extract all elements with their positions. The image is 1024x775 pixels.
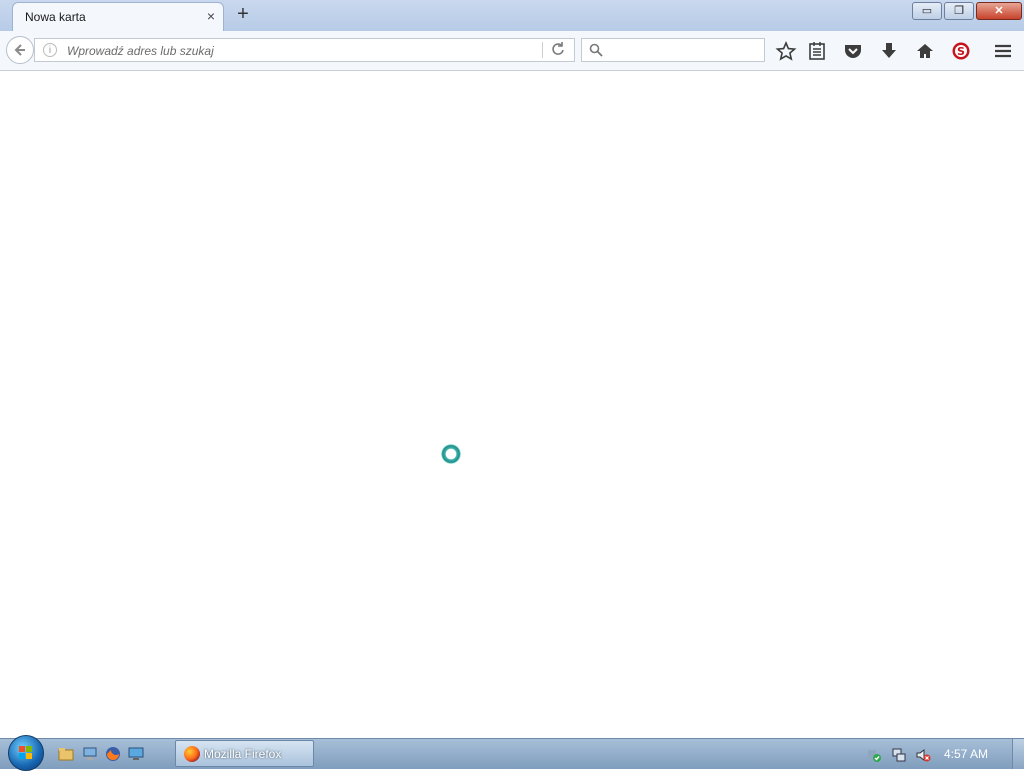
firefox-icon[interactable]	[105, 746, 121, 762]
svg-text:S: S	[957, 45, 965, 58]
security-shield-icon[interactable]	[866, 747, 882, 763]
navigation-toolbar: i S	[0, 31, 1024, 71]
info-icon[interactable]: i	[43, 43, 57, 57]
addon-s-icon[interactable]: S	[950, 40, 972, 62]
back-arrow-icon	[14, 44, 25, 56]
url-bar[interactable]: i	[34, 38, 575, 62]
bookmark-star-icon[interactable]	[775, 40, 797, 62]
speaker-muted-icon[interactable]	[915, 747, 931, 763]
home-icon[interactable]	[914, 40, 936, 62]
menu-icon[interactable]	[992, 40, 1014, 62]
start-button[interactable]	[8, 735, 44, 771]
file-explorer-icon[interactable]	[58, 746, 74, 762]
search-icon	[589, 43, 603, 57]
reading-list-icon[interactable]	[806, 40, 828, 62]
taskbar-item-firefox[interactable]: Mozilla Firefox	[175, 740, 314, 767]
page-content	[0, 71, 1024, 738]
reload-icon[interactable]	[550, 41, 566, 57]
network-icon[interactable]	[891, 747, 907, 763]
firefox-icon	[184, 746, 200, 762]
restore-button[interactable]: ❐	[944, 2, 974, 20]
pocket-icon[interactable]	[842, 40, 864, 62]
new-tab-button[interactable]: +	[232, 3, 254, 26]
taskbar-item-label: Mozilla Firefox	[204, 747, 282, 761]
close-button[interactable]: ✕	[976, 2, 1022, 20]
tab-title: Nowa karta	[25, 10, 86, 24]
back-button[interactable]	[6, 36, 34, 64]
network-places-icon[interactable]	[82, 746, 98, 762]
clock[interactable]: 4:57 AM	[944, 747, 988, 761]
search-input[interactable]	[608, 41, 762, 61]
url-input[interactable]	[65, 41, 539, 61]
taskbar: Mozilla Firefox 4:57 AM	[0, 735, 1024, 771]
windows-logo-icon	[19, 746, 32, 759]
tab-nowa-karta[interactable]: Nowa karta ×	[12, 2, 224, 32]
loading-spinner-icon	[441, 444, 461, 464]
tab-close-icon[interactable]: ×	[207, 8, 215, 24]
window-controls: ▭ ❐ ✕	[910, 2, 1022, 20]
search-bar[interactable]	[581, 38, 765, 62]
show-desktop-button[interactable]	[1012, 739, 1024, 769]
remote-desktop-icon[interactable]	[128, 746, 144, 762]
minimize-button[interactable]: ▭	[912, 2, 942, 20]
title-bar: Nowa karta × + ▭ ❐ ✕	[0, 0, 1024, 32]
urlbar-separator	[542, 42, 543, 58]
downloads-icon[interactable]	[878, 40, 900, 62]
